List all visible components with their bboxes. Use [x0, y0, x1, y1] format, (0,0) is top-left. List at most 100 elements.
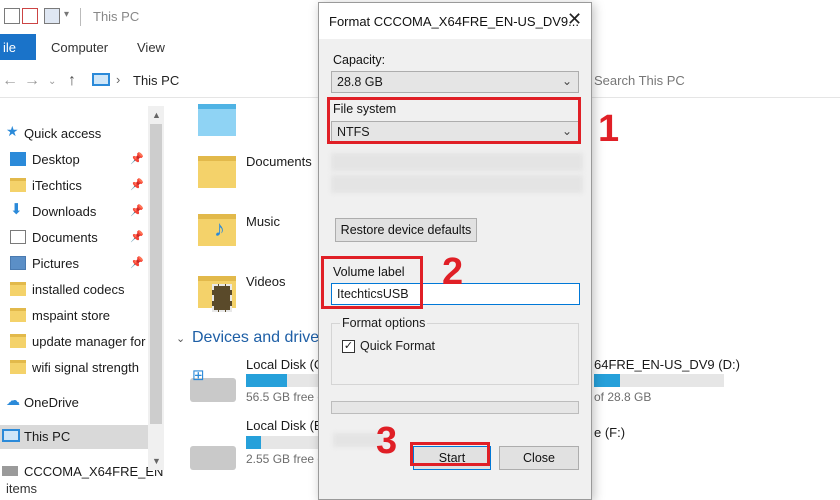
drive-c-usage-bar	[246, 374, 320, 387]
sidebar-item-wifi-signal[interactable]: wifi signal strength	[0, 356, 148, 380]
drive-e-usage-fill	[246, 436, 261, 449]
drive-e-usage-bar	[246, 436, 320, 449]
restore-defaults-button[interactable]: Restore device defaults	[335, 218, 477, 242]
quick-format-label[interactable]: Quick Format	[360, 339, 435, 353]
folder-icon	[10, 282, 26, 296]
tab-file[interactable]: ile	[0, 34, 36, 60]
pin-icon[interactable]: 📌	[130, 178, 144, 191]
pc-icon	[92, 73, 110, 86]
checklist-icon[interactable]	[22, 8, 38, 24]
blurred-allocation-label	[331, 153, 583, 171]
sidebar-item-this-pc[interactable]: This PC	[0, 425, 148, 449]
highlight-file-system	[327, 97, 581, 144]
address-text: This PC	[133, 73, 180, 88]
3d-objects-folder-icon[interactable]	[198, 104, 236, 136]
sidebar-item-downloads[interactable]: ⬇ Downloads 📌	[0, 200, 148, 224]
folder-icon	[10, 178, 26, 192]
sidebar-item-pictures[interactable]: Pictures 📌	[0, 252, 148, 276]
new-folder-icon[interactable]	[44, 8, 60, 24]
tab-view[interactable]: View	[137, 40, 165, 55]
status-text: items	[6, 481, 38, 496]
drive-d-usage-bar	[594, 374, 724, 387]
properties-icon[interactable]	[4, 8, 20, 24]
drive-f-label[interactable]: e (F:)	[594, 425, 625, 440]
highlight-start-button	[410, 442, 490, 466]
chevron-down-icon: ⌄	[561, 74, 572, 88]
folder-icon	[10, 334, 26, 348]
qat-dropdown-icon[interactable]: ▾	[64, 9, 69, 20]
devices-section-heading: Devices and drive	[192, 329, 320, 346]
folder-icon	[10, 360, 26, 374]
music-note-icon: ♪	[214, 216, 225, 241]
sidebar-item-itechtics[interactable]: iTechtics 📌	[0, 174, 148, 198]
folder-icon	[10, 308, 26, 322]
capacity-select[interactable]: 28.8 GB ⌄	[331, 71, 579, 93]
sidebar-item-update-manager[interactable]: update manager for	[0, 330, 148, 354]
navpane-scrollbar[interactable]: ▲ ▼	[148, 106, 164, 470]
scrollbar-thumb[interactable]	[150, 124, 162, 424]
sidebar-item-mspaint-store[interactable]: mspaint store	[0, 304, 148, 328]
pin-icon[interactable]: 📌	[130, 204, 144, 217]
tab-computer[interactable]: Computer	[51, 40, 108, 55]
pin-icon[interactable]: 📌	[130, 230, 144, 243]
dialog-title: Format CCCOMA_X64FRE_EN-US_DV9...	[329, 14, 579, 29]
highlight-volume-label	[321, 256, 423, 309]
window-title: This PC	[93, 9, 140, 24]
recent-dropdown-icon[interactable]: ⌄	[48, 76, 56, 87]
pictures-icon	[10, 256, 26, 270]
sidebar-item-documents[interactable]: Documents 📌	[0, 226, 148, 250]
sidebar-item-installed-codecs[interactable]: installed codecs	[0, 278, 148, 302]
drive-c-free-text: 56.5 GB free o	[246, 390, 325, 404]
download-icon: ⬇	[10, 201, 23, 218]
pin-icon[interactable]: 📌	[130, 256, 144, 269]
pc-icon	[2, 429, 20, 442]
close-icon[interactable]: ✕	[567, 9, 582, 30]
drive-d-label[interactable]: 64FRE_EN-US_DV9 (D:)	[594, 357, 740, 372]
address-box[interactable]: › This PC	[88, 68, 328, 94]
chevron-right-icon: ›	[116, 72, 121, 87]
drive-c-usage-fill	[246, 374, 287, 387]
folder-label-documents[interactable]: Documents	[246, 154, 312, 169]
navigation-pane: ★ Quick access Desktop 📌 iTechtics 📌 ⬇ D…	[0, 106, 166, 479]
windows-logo-icon: ⊞	[192, 367, 205, 384]
format-options-group: Format options ✓ Quick Format	[331, 316, 579, 385]
usb-icon	[2, 466, 18, 476]
folder-label-music[interactable]: Music	[246, 214, 280, 229]
divider	[80, 8, 81, 26]
format-options-label: Format options	[340, 316, 428, 330]
search-input[interactable]: Search This PC	[594, 73, 685, 88]
quick-format-checkbox[interactable]: ✓	[342, 340, 355, 353]
close-button[interactable]: Close	[499, 446, 579, 470]
step-number-3: 3	[376, 420, 398, 462]
dialog-titlebar: Format CCCOMA_X64FRE_EN-US_DV9... ✕	[319, 3, 591, 39]
blurred-allocation-select[interactable]	[331, 175, 583, 193]
sidebar-item-quick-access[interactable]: ★ Quick access	[0, 122, 144, 146]
desktop-icon	[10, 152, 26, 166]
drive-d-usage-fill	[594, 374, 620, 387]
film-strip-icon	[212, 284, 232, 312]
cloud-icon: ☁	[6, 392, 20, 408]
capacity-label: Capacity:	[333, 53, 386, 67]
up-arrow-icon[interactable]: ↑	[68, 72, 76, 90]
drive-e-icon[interactable]	[190, 446, 236, 470]
documents-folder-icon[interactable]	[198, 156, 236, 188]
scroll-up-icon[interactable]: ▲	[152, 110, 161, 120]
step-number-1: 1	[598, 108, 620, 150]
format-progress-bar	[331, 401, 579, 414]
scroll-down-icon[interactable]: ▼	[152, 456, 161, 466]
drive-c-label[interactable]: Local Disk (C	[246, 357, 323, 372]
pin-icon[interactable]: 📌	[130, 152, 144, 165]
star-icon: ★	[6, 123, 19, 139]
step-number-2: 2	[442, 251, 464, 293]
sidebar-item-onedrive[interactable]: ☁ OneDrive	[0, 391, 144, 415]
capacity-value: 28.8 GB	[337, 75, 383, 89]
drive-e-free-text: 2.55 GB free o	[246, 452, 325, 466]
chevron-down-icon[interactable]: ⌄	[176, 332, 185, 345]
sidebar-item-desktop[interactable]: Desktop 📌	[0, 148, 148, 172]
folder-label-videos[interactable]: Videos	[246, 274, 286, 289]
documents-icon	[10, 230, 26, 244]
forward-arrow-icon[interactable]: →	[24, 72, 40, 90]
back-arrow-icon[interactable]: ←	[2, 72, 18, 90]
drive-e-label[interactable]: Local Disk (E	[246, 418, 323, 433]
drive-d-free-text: of 28.8 GB	[594, 390, 652, 404]
